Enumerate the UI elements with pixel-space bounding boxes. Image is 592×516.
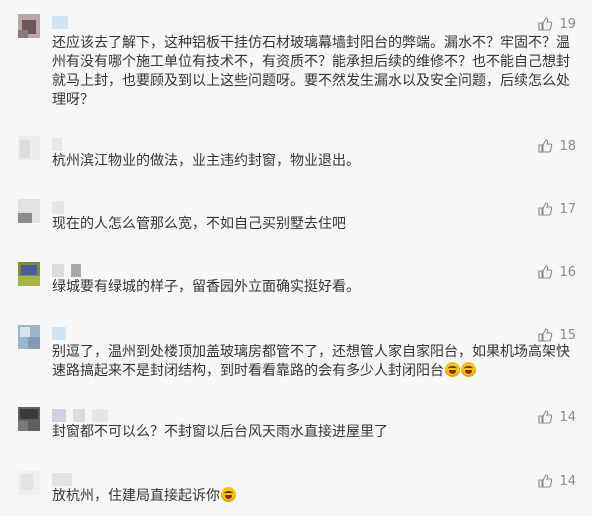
comment-text: 杭州滨江物业的做法，业主违约封窗，物业退出。 (52, 153, 360, 169)
username-blurred[interactable] (52, 199, 66, 214)
username-blurred[interactable] (52, 471, 74, 486)
thumbs-up-icon (538, 328, 553, 342)
comment-text: 绿城要有绿城的样子，留香园外立面确实挺好看。 (52, 279, 360, 295)
username-blurred[interactable] (52, 262, 83, 277)
avatar[interactable] (18, 325, 40, 349)
like-button[interactable]: 15 (537, 327, 576, 343)
username-blurred[interactable] (52, 407, 110, 422)
comment-text: 放杭州，住建局直接起诉你 (52, 487, 582, 506)
thumbs-up-icon (538, 17, 553, 31)
comment-text-body: 别逗了，温州到处楼顶加盖玻璃房都管不了，还想管人家自家阳台，如果机场高架快速路搞… (52, 344, 570, 379)
laughing-emoji-icon (445, 362, 460, 377)
comment-text: 别逗了，温州到处楼顶加盖玻璃房都管不了，还想管人家自家阳台，如果机场高架快速路搞… (52, 343, 582, 381)
username-blurred[interactable] (52, 14, 70, 29)
avatar[interactable] (18, 407, 40, 431)
comment-text: 现在的人怎么管那么宽，不如自己买别墅去住吧 (52, 216, 346, 232)
laughing-emoji-icon (461, 362, 476, 377)
avatar[interactable] (18, 471, 40, 495)
like-count: 19 (559, 16, 576, 32)
comment-text-body: 放杭州，住建局直接起诉你 (52, 488, 220, 504)
username-blurred[interactable] (52, 136, 64, 151)
username-blurred[interactable] (52, 325, 68, 340)
avatar[interactable] (18, 14, 40, 38)
comment-text: 封窗都不可以么？不封窗以后台风天雨水直接进屋里了 (52, 424, 388, 440)
like-button[interactable]: 19 (537, 16, 576, 32)
avatar[interactable] (18, 262, 40, 286)
avatar[interactable] (18, 136, 40, 160)
laughing-emoji-icon (221, 487, 236, 502)
like-count: 15 (559, 327, 576, 343)
comment-text: 还应该去了解下，这种铝板干挂仿石材玻璃幕墙封阳台的弊端。漏水不？牢固不？温州有没… (52, 35, 570, 108)
avatar[interactable] (18, 199, 40, 223)
